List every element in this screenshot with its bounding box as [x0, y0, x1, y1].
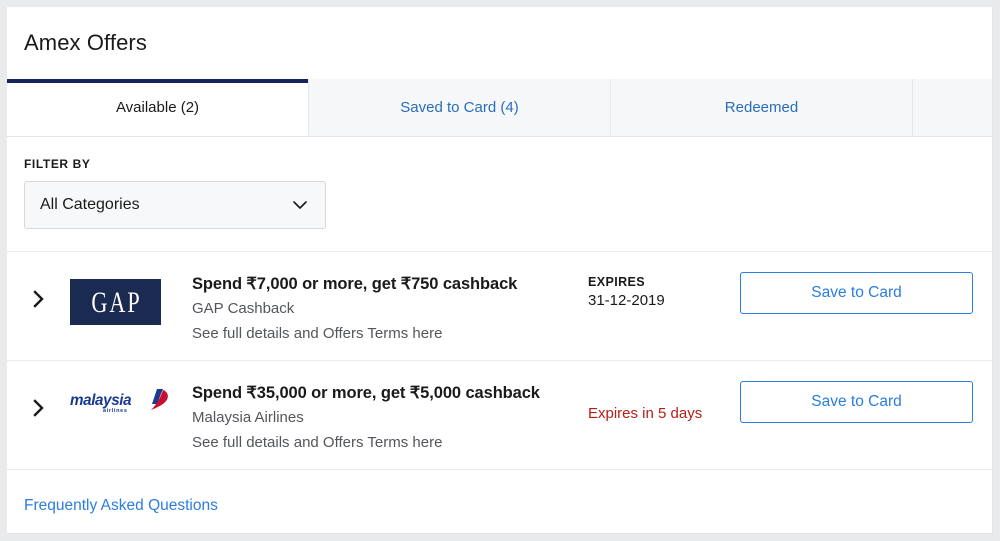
faq-link[interactable]: Frequently Asked Questions [24, 497, 218, 515]
offers-card: Amex Offers Available (2) Saved to Card … [7, 7, 993, 534]
merchant-logo-cell: malaysia airlines [70, 380, 192, 420]
category-filter-value: All Categories [40, 196, 140, 213]
offer-row[interactable]: malaysia airlines Spend ₹35,000 or more,… [7, 361, 992, 470]
tab-saved-to-card-label: Saved to Card (4) [400, 99, 519, 116]
offer-terms-link[interactable]: See full details and Offers Terms here [192, 433, 588, 453]
expiry-warning: Expires in 5 days [588, 405, 703, 422]
offer-expand-toggle[interactable] [7, 380, 70, 417]
offer-expiry: EXPIRES 31-12-2019 [588, 271, 740, 309]
expiry-date: 31-12-2019 [588, 292, 665, 309]
tab-bar-filler [913, 79, 992, 136]
offer-action: Save to Card [740, 380, 992, 423]
chevron-right-icon [33, 290, 44, 308]
offer-row[interactable]: GAP Spend ₹7,000 or more, get ₹750 cashb… [7, 252, 992, 361]
tab-available-label: Available (2) [115, 98, 200, 116]
category-filter-select[interactable]: All Categories [24, 181, 326, 229]
save-to-card-button[interactable]: Save to Card [740, 381, 973, 423]
malaysia-airlines-logo-subtext: airlines [103, 408, 128, 414]
amex-offers-page: Amex Offers Available (2) Saved to Card … [0, 0, 1000, 541]
offer-title: Spend ₹35,000 or more, get ₹5,000 cashba… [192, 384, 540, 402]
page-footer: Frequently Asked Questions [7, 470, 992, 533]
save-to-card-button[interactable]: Save to Card [740, 272, 973, 314]
tab-redeemed[interactable]: Redeemed [611, 79, 913, 136]
filter-by-label: FILTER BY [24, 157, 91, 171]
offer-details: Spend ₹7,000 or more, get ₹750 cashback … [192, 271, 588, 344]
offer-expand-toggle[interactable] [7, 271, 70, 308]
offer-action: Save to Card [740, 271, 992, 314]
tab-bar: Available (2) Saved to Card (4) Redeemed [7, 79, 992, 137]
tab-saved-to-card[interactable]: Saved to Card (4) [309, 79, 611, 136]
offer-merchant: GAP Cashback [192, 300, 295, 318]
malaysia-airlines-swoosh-icon [136, 388, 170, 419]
offer-details: Spend ₹35,000 or more, get ₹5,000 cashba… [192, 380, 588, 453]
chevron-down-icon [293, 198, 307, 212]
gap-logo: GAP [70, 279, 161, 325]
page-header: Amex Offers [7, 7, 992, 79]
tab-available[interactable]: Available (2) [7, 79, 309, 136]
expiry-label: EXPIRES [588, 275, 645, 289]
gap-logo-text: GAP [91, 284, 142, 318]
offer-expiry: Expires in 5 days [588, 380, 740, 422]
offer-merchant: Malaysia Airlines [192, 409, 304, 427]
merchant-logo-cell: GAP [70, 271, 192, 325]
chevron-right-icon [33, 399, 44, 417]
filter-bar: FILTER BY All Categories [7, 137, 992, 252]
offer-title: Spend ₹7,000 or more, get ₹750 cashback [192, 275, 518, 293]
malaysia-airlines-logo: malaysia airlines [70, 388, 170, 420]
tab-redeemed-label: Redeemed [724, 99, 799, 116]
offer-terms-link[interactable]: See full details and Offers Terms here [192, 324, 588, 344]
page-title: Amex Offers [24, 30, 147, 55]
